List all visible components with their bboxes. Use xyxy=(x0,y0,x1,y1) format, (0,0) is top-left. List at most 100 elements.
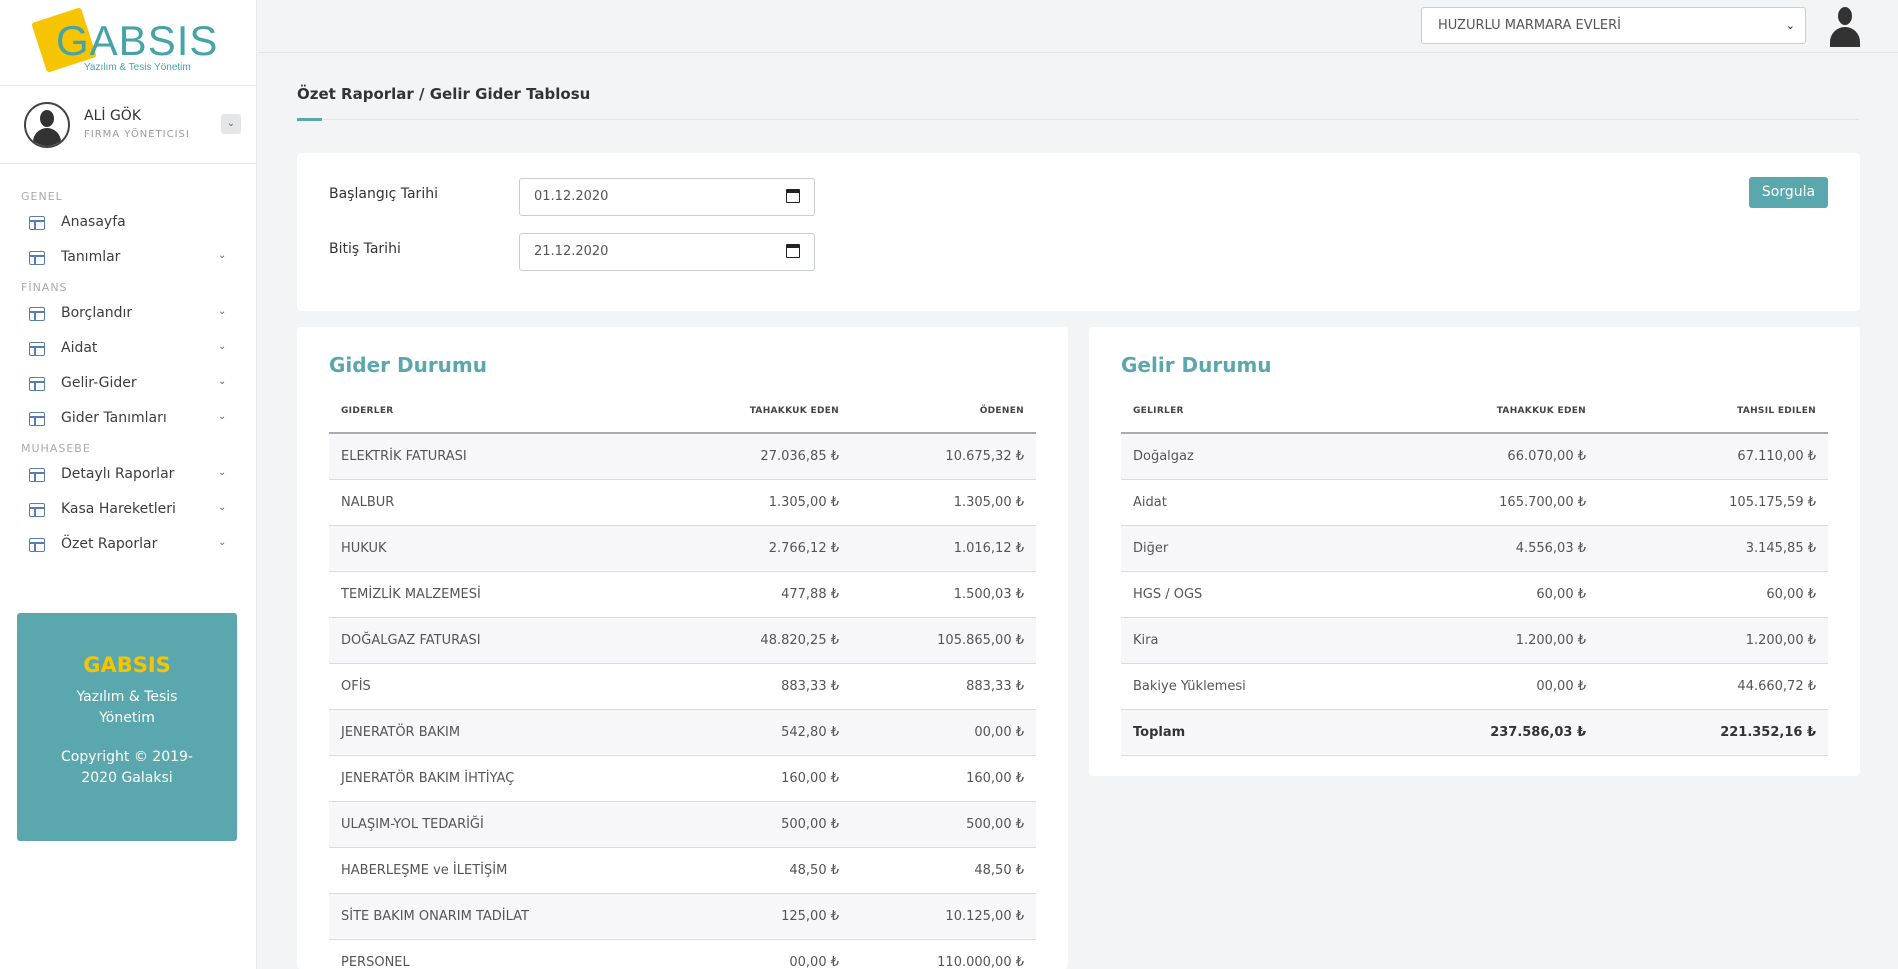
expense-name: ELEKTRİK FATURASI xyxy=(329,433,629,480)
column-header: ÖDENEN xyxy=(851,389,1036,434)
accrued-amount: 2.766,12 ₺ xyxy=(629,525,851,572)
sidebar-item-gelir-gider[interactable]: Gelir-Gider ⌄ xyxy=(0,366,256,401)
sidebar-item-borclandir[interactable]: Borçlandır ⌄ xyxy=(0,296,256,331)
table-row: HUKUK 2.766,12 ₺ 1.016,12 ₺ xyxy=(329,525,1036,572)
start-date-input[interactable]: 01.12.2020 xyxy=(519,178,815,216)
expenses-table: GIDERLER TAHAKKUK EDEN ÖDENEN ELEKTRİK F… xyxy=(329,389,1036,969)
site-select[interactable]: HUZURLU MARMARA EVLERİ ⌄ xyxy=(1421,7,1806,44)
table-row: HGS / OGS 60,00 ₺ 60,00 ₺ xyxy=(1121,571,1828,618)
filter-card: Başlangıç Tarihi 01.12.2020 Bitiş Tarihi… xyxy=(297,153,1860,311)
sidebar-item-detayli-raporlar[interactable]: Detaylı Raporlar ⌄ xyxy=(0,457,256,492)
column-header: TAHAKKUK EDEN xyxy=(629,389,851,434)
paid-amount: 10.125,00 ₺ xyxy=(851,893,1036,940)
expense-name: JENERATÖR BAKIM xyxy=(329,709,629,756)
paid-amount: 1.305,00 ₺ xyxy=(851,479,1036,526)
sidebar-item-gider-tanimlari[interactable]: Gider Tanımları ⌄ xyxy=(0,401,256,436)
accrued-amount: 00,00 ₺ xyxy=(629,939,851,969)
expense-name: DOĞALGAZ FATURASI xyxy=(329,617,629,664)
end-date-label: Bitiş Tarihi xyxy=(329,241,401,257)
collected-amount: 105.175,59 ₺ xyxy=(1598,479,1828,526)
table-row: JENERATÖR BAKIM 542,80 ₺ 00,00 ₺ xyxy=(329,709,1036,756)
sidebar-item-aidat[interactable]: Aidat ⌄ xyxy=(0,331,256,366)
accrued-amount: 160,00 ₺ xyxy=(629,755,851,802)
paid-amount: 105.865,00 ₺ xyxy=(851,617,1036,664)
income-name: Doğalgaz xyxy=(1121,433,1421,480)
column-header: TAHAKKUK EDEN xyxy=(1421,389,1598,434)
table-row: Kira 1.200,00 ₺ 1.200,00 ₺ xyxy=(1121,617,1828,664)
table-layout-icon xyxy=(29,377,45,391)
sidebar-item-anasayfa[interactable]: Anasayfa xyxy=(0,205,256,240)
accrued-amount: 542,80 ₺ xyxy=(629,709,851,756)
chevron-down-icon: ⌄ xyxy=(218,502,227,513)
promo-card: GABSIS Yazılım & Tesis Yönetim Copyright… xyxy=(17,613,237,841)
accrued-amount: 48,50 ₺ xyxy=(629,847,851,894)
expense-name: HABERLEŞME ve İLETİŞİM xyxy=(329,847,629,894)
collected-amount: 1.200,00 ₺ xyxy=(1598,617,1828,664)
breadcrumb: Özet Raporlar / Gelir Gider Tablosu xyxy=(297,85,591,103)
column-header: GIDERLER xyxy=(329,389,629,434)
table-row: TEMİZLİK MALZEMESİ 477,88 ₺ 1.500,03 ₺ xyxy=(329,571,1036,618)
expense-name: OFİS xyxy=(329,663,629,710)
total-label: Toplam xyxy=(1121,709,1421,756)
expense-name: PERSONEL xyxy=(329,939,629,969)
paid-amount: 48,50 ₺ xyxy=(851,847,1036,894)
site-select-value: HUZURLU MARMARA EVLERİ xyxy=(1438,18,1621,33)
expenses-card: Gider Durumu GIDERLER TAHAKKUK EDEN ÖDEN… xyxy=(297,327,1068,969)
chevron-down-icon: ⌄ xyxy=(218,376,227,387)
user-menu-toggle-button[interactable]: ⌄ xyxy=(221,114,241,134)
collected-amount: 60,00 ₺ xyxy=(1598,571,1828,618)
promo-title: GABSIS xyxy=(83,653,171,677)
avatar xyxy=(24,102,70,148)
breadcrumb-accent xyxy=(297,118,322,121)
sidebar-item-label: Anasayfa xyxy=(61,214,126,230)
logo[interactable]: GABSIS Yazılım & Tesis Yönetim xyxy=(0,0,256,86)
end-date-input[interactable]: 21.12.2020 xyxy=(519,233,815,271)
calendar-icon[interactable] xyxy=(786,189,800,203)
accrued-amount: 477,88 ₺ xyxy=(629,571,851,618)
table-row: SİTE BAKIM ONARIM TADİLAT 125,00 ₺ 10.125,… xyxy=(329,893,1036,940)
income-name: Aidat xyxy=(1121,479,1421,526)
calendar-icon[interactable] xyxy=(786,244,800,258)
sidebar-item-label: Kasa Hareketleri xyxy=(61,501,176,517)
income-name: HGS / OGS xyxy=(1121,571,1421,618)
sidebar-item-label: Özet Raporlar xyxy=(61,536,158,552)
chevron-down-icon: ⌄ xyxy=(218,537,227,548)
sidebar-item-tanimlar[interactable]: Tanımlar ⌄ xyxy=(0,240,256,275)
logo-text: GABSIS xyxy=(56,17,219,64)
sidebar-item-label: Detaylı Raporlar xyxy=(61,466,175,482)
query-button[interactable]: Sorgula xyxy=(1749,177,1828,208)
chevron-down-icon: ⌄ xyxy=(226,118,236,129)
table-layout-icon xyxy=(29,503,45,517)
total-row: Toplam 237.586,03 ₺ 221.352,16 ₺ xyxy=(1121,709,1828,756)
expense-name: NALBUR xyxy=(329,479,629,526)
collected-amount: 67.110,00 ₺ xyxy=(1598,433,1828,480)
expense-name: JENERATÖR BAKIM İHTİYAÇ xyxy=(329,755,629,802)
sidebar-item-kasa-hareketleri[interactable]: Kasa Hareketleri ⌄ xyxy=(0,492,256,527)
income-table: GELIRLER TAHAKKUK EDEN TAHSIL EDILEN Doğ… xyxy=(1121,389,1828,756)
paid-amount: 500,00 ₺ xyxy=(851,801,1036,848)
user-role: FIRMA YÖNETICISI xyxy=(84,129,190,140)
start-date-label: Başlangıç Tarihi xyxy=(329,186,438,202)
expenses-title: Gider Durumu xyxy=(329,353,487,377)
sidebar-item-ozet-raporlar[interactable]: Özet Raporlar ⌄ xyxy=(0,527,256,562)
accrued-amount: 500,00 ₺ xyxy=(629,801,851,848)
income-name: Bakiye Yüklemesi xyxy=(1121,663,1421,710)
table-row: DOĞALGAZ FATURASI 48.820,25 ₺ 105.865,00 ₺ xyxy=(329,617,1036,664)
paid-amount: 110.000,00 ₺ xyxy=(851,939,1036,969)
table-row: PERSONEL 00,00 ₺ 110.000,00 ₺ xyxy=(329,939,1036,969)
total-accrued: 237.586,03 ₺ xyxy=(1421,709,1598,756)
table-layout-icon xyxy=(29,538,45,552)
total-collected: 221.352,16 ₺ xyxy=(1598,709,1828,756)
income-name: Diğer xyxy=(1121,525,1421,572)
accrued-amount: 48.820,25 ₺ xyxy=(629,617,851,664)
table-row: OFİS 883,33 ₺ 883,33 ₺ xyxy=(329,663,1036,710)
table-row: ELEKTRİK FATURASI 27.036,85 ₺ 10.675,32 ₺ xyxy=(329,433,1036,480)
chevron-down-icon: ⌄ xyxy=(1785,19,1795,32)
chevron-down-icon: ⌄ xyxy=(218,341,227,352)
expense-name: HUKUK xyxy=(329,525,629,572)
table-row: Bakiye Yüklemesi 00,00 ₺ 44.660,72 ₺ xyxy=(1121,663,1828,710)
user-avatar-button[interactable] xyxy=(1826,5,1864,47)
income-name: Kira xyxy=(1121,617,1421,664)
start-date-value: 01.12.2020 xyxy=(534,189,609,204)
accrued-amount: 1.200,00 ₺ xyxy=(1421,617,1598,664)
